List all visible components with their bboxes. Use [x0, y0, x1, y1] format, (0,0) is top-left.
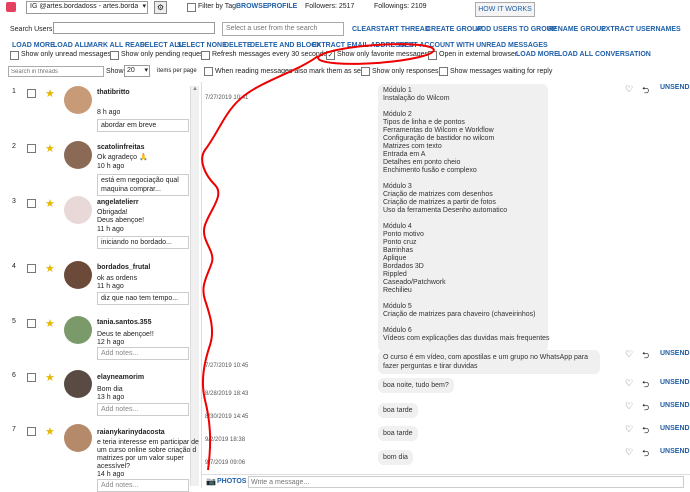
red-bracket-annotation [201, 55, 319, 471]
red-circle-annotation [317, 43, 435, 65]
red-annotation [201, 43, 435, 471]
